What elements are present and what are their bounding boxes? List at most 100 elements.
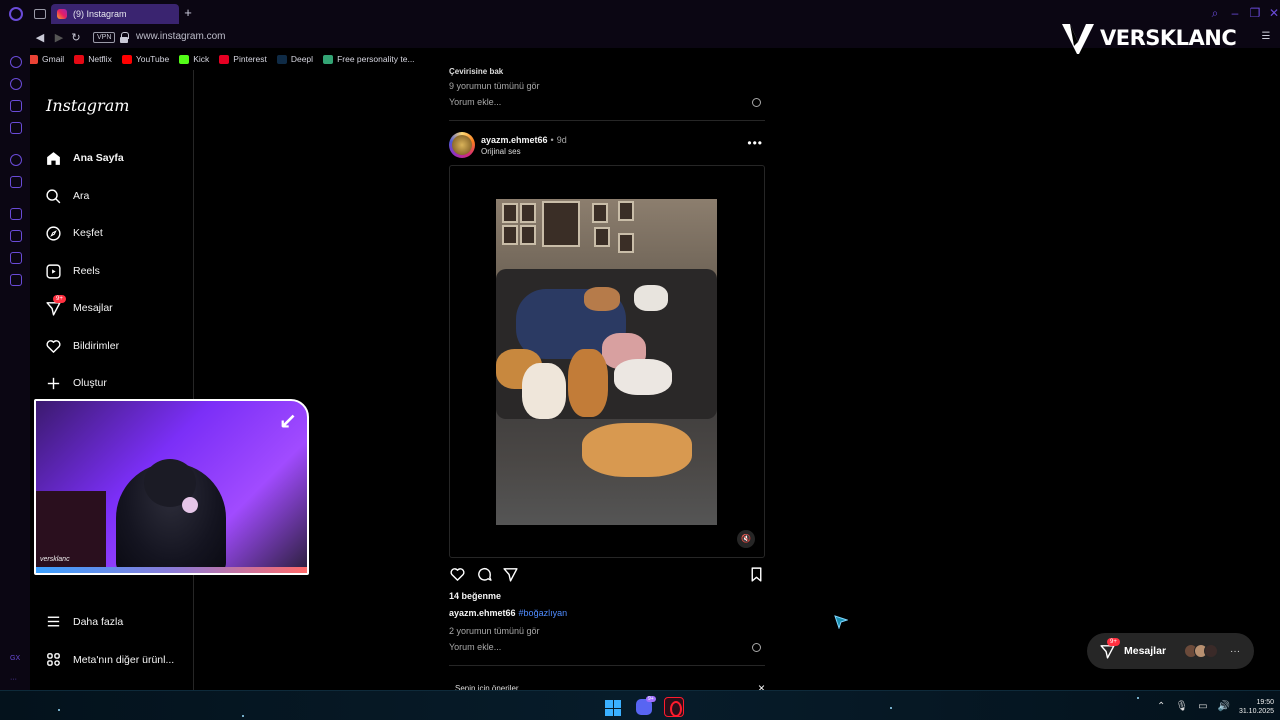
bookmark-personality-test[interactable]: Free personality te... <box>323 54 415 64</box>
bookmark-gmail[interactable]: Gmail <box>28 54 64 64</box>
instagram-favicon-icon <box>57 9 67 19</box>
avatar <box>1204 644 1219 658</box>
rail-more-icon[interactable]: ··· <box>10 676 17 683</box>
share-icon[interactable] <box>502 566 519 583</box>
mouse-cursor-icon <box>834 615 848 629</box>
player-icon[interactable] <box>10 122 22 134</box>
wallpaper-star <box>242 715 244 717</box>
wall-frame <box>520 225 536 245</box>
aria-icon[interactable] <box>10 56 22 68</box>
nav-notifications[interactable]: Bildirimler <box>45 334 119 358</box>
prev-view-comments[interactable]: 9 yorumun tümünü gör <box>449 81 540 91</box>
bookmark-netflix[interactable]: Netflix <box>74 54 112 64</box>
more-options-icon[interactable]: ••• <box>747 136 763 150</box>
browser-sidebar-rail: GX ··· <box>0 48 30 690</box>
wall-frame <box>592 203 608 223</box>
caption-username[interactable]: ayazm.ehmet66 <box>449 608 516 618</box>
emoji-icon[interactable] <box>752 643 761 652</box>
discord-badge: 9+ <box>646 696 656 702</box>
arrow-down-left-icon: ↙ <box>278 409 297 434</box>
nav-home[interactable]: Ana Sayfa <box>45 146 124 170</box>
save-bookmark-icon[interactable] <box>748 566 765 583</box>
mute-icon[interactable]: 🔇 <box>737 530 755 548</box>
gx-control-icon[interactable] <box>10 100 22 112</box>
close-window-icon[interactable]: ✕ <box>1268 7 1280 19</box>
bookmark-pinterest[interactable]: Pinterest <box>219 54 267 64</box>
twitch-icon[interactable] <box>10 176 22 188</box>
url-field[interactable]: www.instagram.com <box>136 31 225 42</box>
nav-meta-products[interactable]: Meta'nın diğer ürünl... <box>45 651 174 668</box>
messenger-icon: 9+ <box>1099 637 1120 660</box>
add-comment-field[interactable]: Yorum ekle... <box>449 642 501 652</box>
versklanc-logo-icon <box>1062 24 1094 54</box>
floating-messages-badge: 9+ <box>1107 637 1120 646</box>
rail-app-icon[interactable] <box>10 208 22 220</box>
opera-menu-icon[interactable] <box>9 7 23 21</box>
nav-more[interactable]: Daha fazla <box>45 613 123 630</box>
nav-messages[interactable]: 9+ Mesajlar <box>45 294 113 320</box>
tab-switcher-icon[interactable] <box>34 9 46 19</box>
post-media[interactable]: 🔇 <box>449 165 765 558</box>
translation-link[interactable]: Çevirisine bak <box>449 67 503 76</box>
nav-home-label: Ana Sayfa <box>73 152 124 164</box>
bookmark-deepl[interactable]: Deepl <box>276 54 313 64</box>
bookmark-youtube[interactable]: YouTube <box>121 54 169 64</box>
easy-setup-icon[interactable]: ☰ <box>1260 31 1272 43</box>
bookmark-kick[interactable]: Kick <box>179 54 209 64</box>
reload-icon[interactable]: ↻ <box>69 31 83 45</box>
caption-hashtag[interactable]: #boğazlıyan <box>519 608 568 618</box>
comment-icon[interactable] <box>476 566 493 583</box>
floating-messages-button[interactable]: 9+ Mesajlar ··· <box>1087 633 1254 669</box>
browser-tab[interactable]: (9) Instagram <box>51 4 179 24</box>
vpn-badge[interactable]: VPN <box>93 32 116 43</box>
rail-extensions-icon[interactable] <box>10 252 22 264</box>
deepl-icon <box>276 54 287 64</box>
post-username[interactable]: ayazm.ehmet66 <box>481 135 548 145</box>
instagram-logo[interactable]: Instagram <box>46 96 129 115</box>
nav-more-label: Daha fazla <box>73 615 124 628</box>
video-dog <box>522 363 566 419</box>
webcam-tag: versklanc <box>40 556 70 563</box>
forward-icon[interactable]: ▶ <box>52 31 66 45</box>
search-tabs-icon[interactable]: ⌕ <box>1209 7 1221 19</box>
instagram-sidebar: Instagram Ana Sayfa Ara Keşfet Reels 9+ … <box>30 70 194 690</box>
emoji-icon[interactable] <box>752 98 761 107</box>
gx-corner-icon[interactable] <box>10 78 22 90</box>
minimize-icon[interactable]: – <box>1229 7 1241 19</box>
likes-count[interactable]: 14 beğenme <box>449 591 501 601</box>
reels-icon <box>45 263 62 280</box>
rail-history-icon[interactable] <box>10 230 22 242</box>
hamburger-icon <box>45 613 62 630</box>
post-avatar[interactable] <box>449 132 475 158</box>
opera-gx-taskbar-icon[interactable] <box>664 697 684 717</box>
post-audio[interactable]: Orijinal ses <box>481 147 521 156</box>
video-dog <box>582 423 692 477</box>
tray-overflow-icon[interactable]: ⌃ <box>1157 701 1165 712</box>
wall-frame <box>502 225 518 245</box>
chatgpt-icon[interactable] <box>10 154 22 166</box>
nav-reels[interactable]: Reels <box>45 259 100 283</box>
prev-add-comment[interactable]: Yorum ekle... <box>449 97 501 107</box>
volume-icon[interactable]: 🔊 <box>1218 701 1230 712</box>
new-tab-button[interactable]: + <box>182 6 194 20</box>
wallpaper-star <box>890 707 892 709</box>
back-icon[interactable]: ◀ <box>33 31 47 45</box>
wallpaper-star <box>1137 697 1139 699</box>
system-tray: ⌃ 🎙 ▭ 🔊 <box>1157 701 1230 712</box>
lock-icon[interactable] <box>120 32 129 43</box>
gx-label: GX <box>10 655 21 662</box>
nav-explore[interactable]: Keşfet <box>45 221 103 245</box>
nav-create[interactable]: Oluştur <box>45 371 107 395</box>
taskbar-clock[interactable]: 19:50 31.10.2025 <box>1239 698 1274 716</box>
like-heart-icon[interactable] <box>449 566 466 583</box>
network-icon[interactable]: ▭ <box>1198 701 1207 712</box>
windows-start-icon[interactable] <box>605 700 621 716</box>
nav-create-label: Oluştur <box>73 377 107 389</box>
view-comments[interactable]: 2 yorumun tümünü gör <box>449 626 540 636</box>
maximize-icon[interactable]: ❐ <box>1249 7 1261 19</box>
post-video[interactable] <box>496 199 717 525</box>
post-time[interactable]: 9d <box>557 135 567 145</box>
rail-settings-icon[interactable] <box>10 274 22 286</box>
microphone-icon[interactable]: 🎙 <box>1175 701 1188 712</box>
nav-search[interactable]: Ara <box>45 184 89 208</box>
